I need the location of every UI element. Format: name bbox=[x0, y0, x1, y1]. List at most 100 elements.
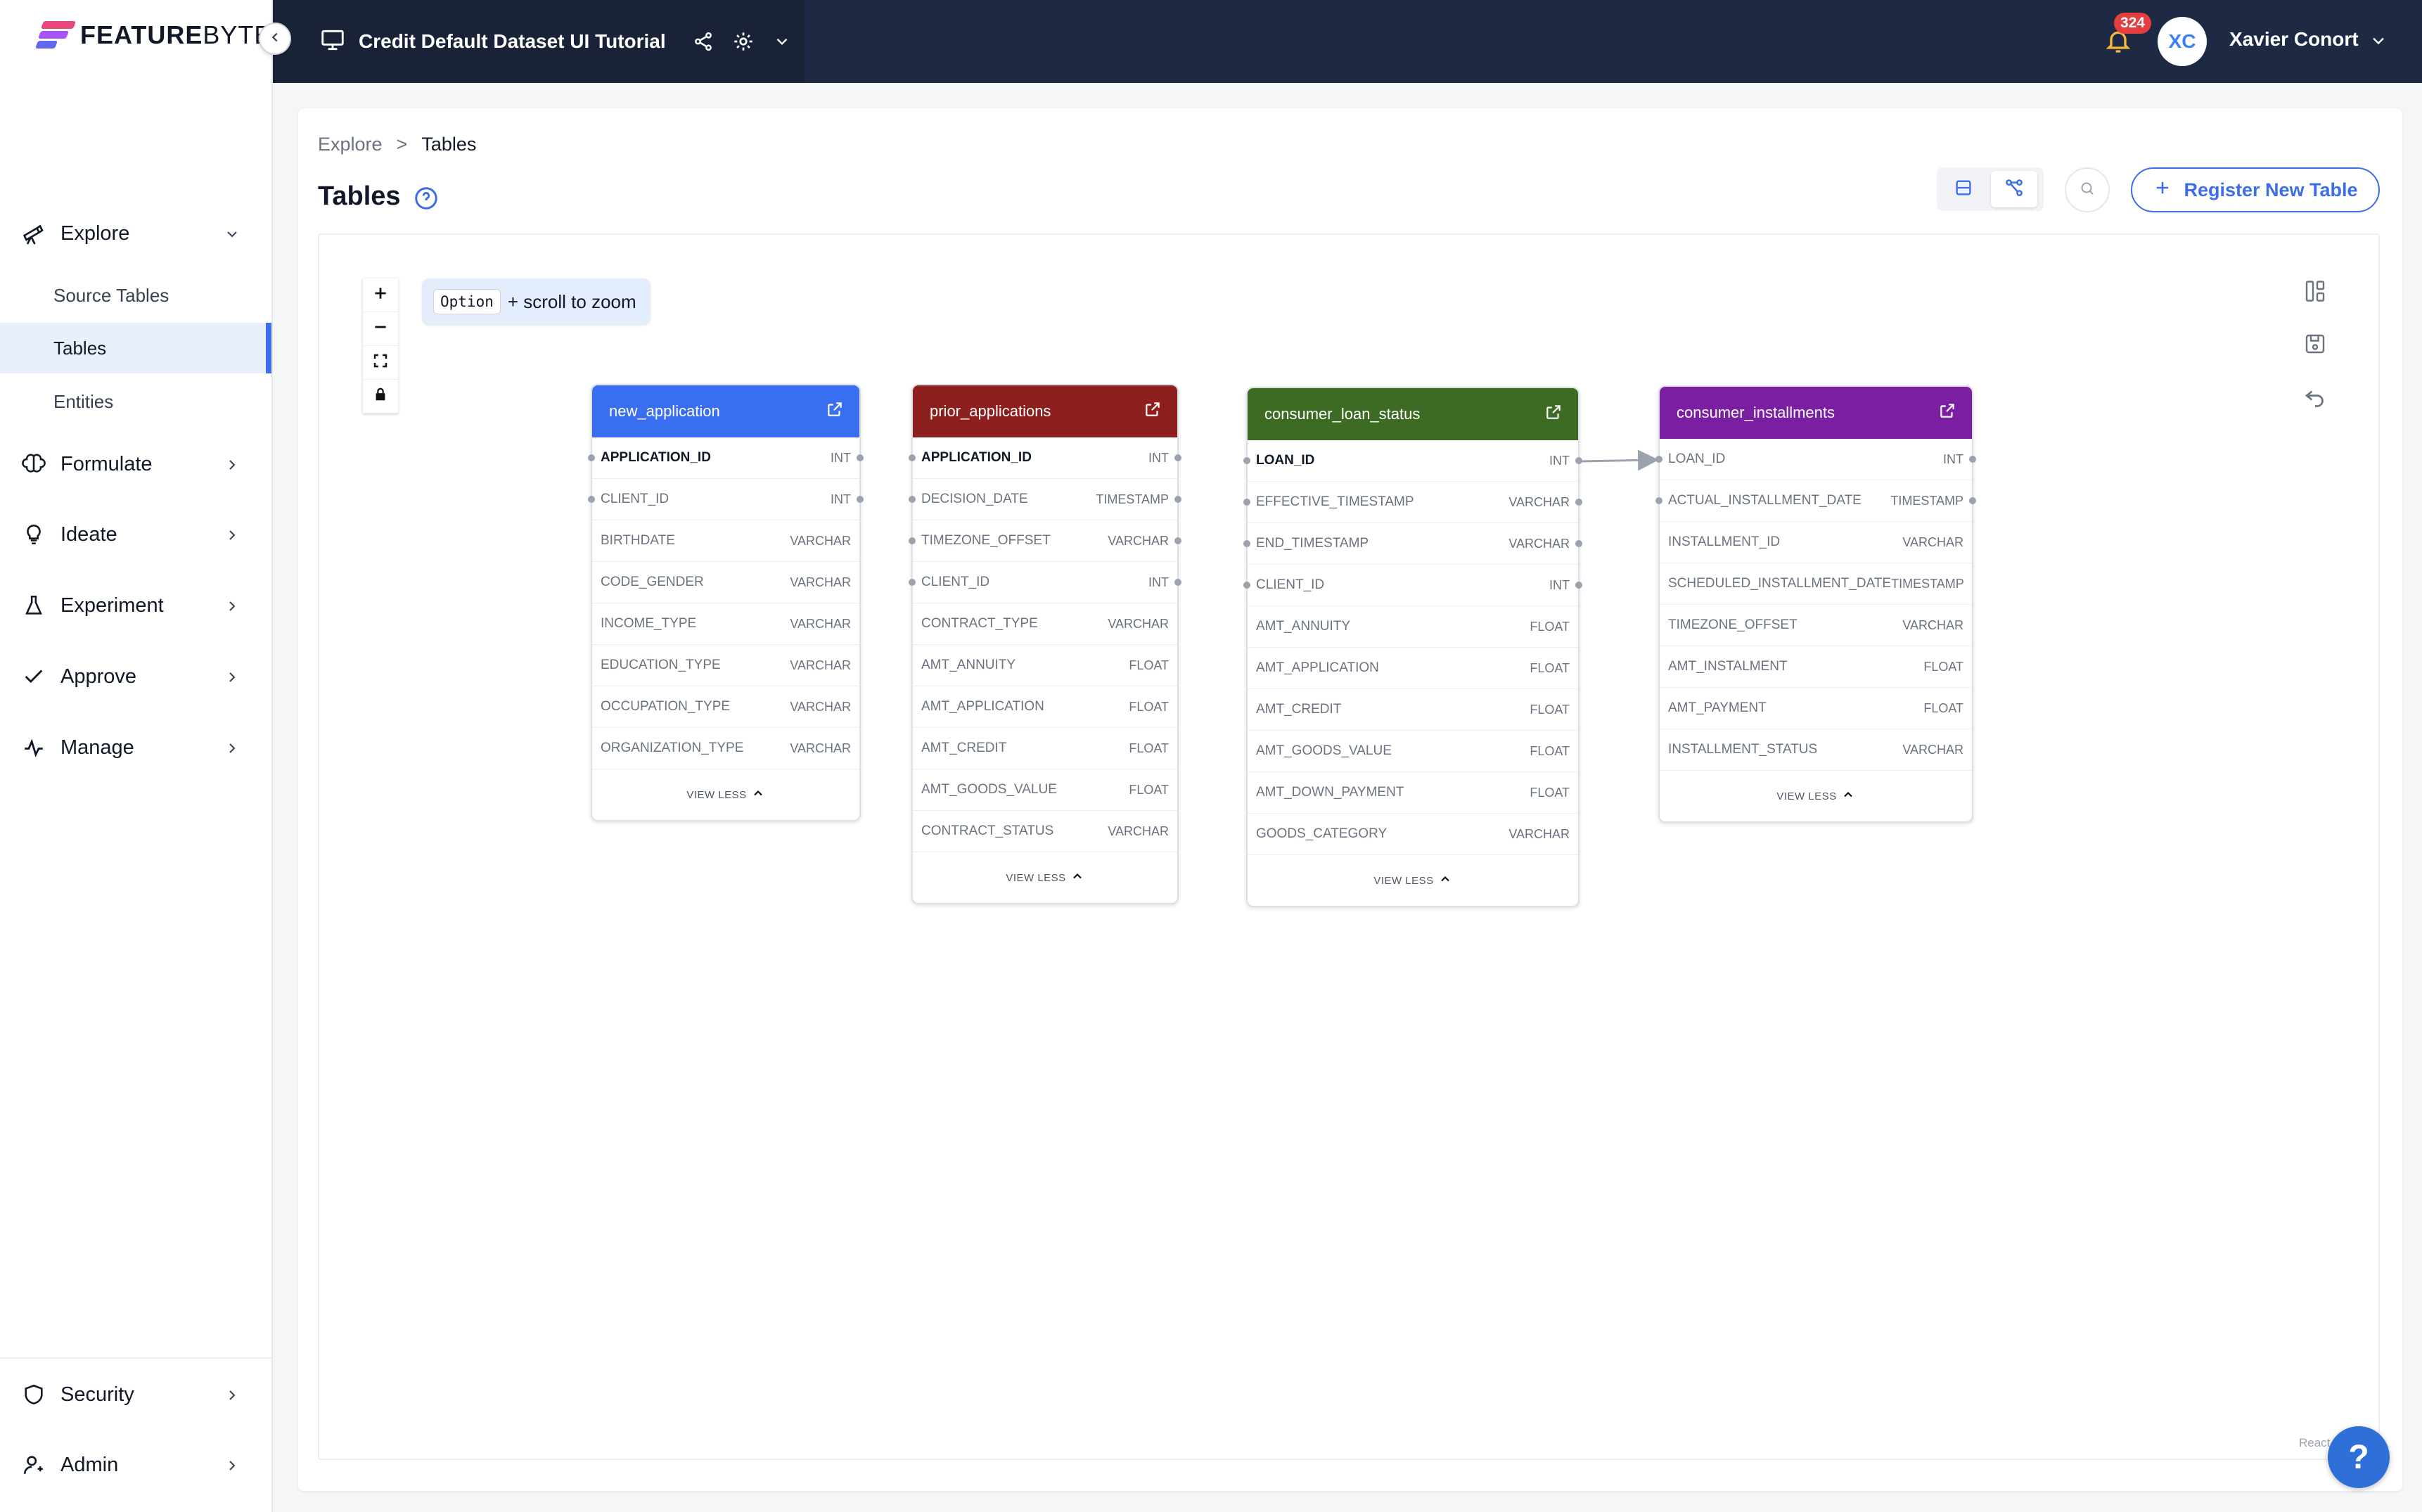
register-new-table-button[interactable]: Register New Table bbox=[2131, 167, 2380, 212]
table-column-row[interactable]: AMT_CREDIT FLOAT bbox=[913, 728, 1177, 769]
connection-handle-left[interactable] bbox=[1243, 457, 1250, 464]
help-fab-button[interactable]: ? bbox=[2328, 1426, 2390, 1488]
view-less-button[interactable]: VIEW LESS bbox=[592, 769, 859, 820]
table-node-header[interactable]: consumer_installments bbox=[1660, 387, 1972, 439]
nav-explore[interactable]: Explore bbox=[0, 212, 271, 255]
table-column-row[interactable]: EDUCATION_TYPE VARCHAR bbox=[592, 645, 859, 686]
connection-handle-right[interactable] bbox=[1575, 499, 1582, 506]
table-column-row[interactable]: DECISION_DATE TIMESTAMP bbox=[909, 479, 1181, 520]
view-less-button[interactable]: VIEW LESS bbox=[1660, 771, 1972, 821]
table-column-row[interactable]: TIMEZONE_OFFSET VARCHAR bbox=[909, 520, 1181, 562]
external-link-icon[interactable] bbox=[1938, 402, 1956, 424]
chevron-down-icon[interactable] bbox=[2369, 31, 2388, 54]
table-column-row[interactable]: CONTRACT_STATUS VARCHAR bbox=[913, 811, 1177, 852]
table-column-row[interactable]: END_TIMESTAMP VARCHAR bbox=[1243, 523, 1582, 565]
connection-handle-left[interactable] bbox=[909, 454, 916, 461]
nav-formulate[interactable]: Formulate bbox=[0, 443, 271, 485]
external-link-icon[interactable] bbox=[1143, 400, 1162, 423]
featurebyte-logo[interactable]: FEATUREBYTE bbox=[34, 18, 271, 52]
connection-handle-right[interactable] bbox=[1969, 456, 1976, 463]
table-column-row[interactable]: INCOME_TYPE VARCHAR bbox=[592, 603, 859, 645]
table-column-row[interactable]: OCCUPATION_TYPE VARCHAR bbox=[592, 686, 859, 728]
diagram-view-button[interactable] bbox=[1991, 171, 2037, 207]
view-less-button[interactable]: VIEW LESS bbox=[1248, 855, 1578, 906]
table-node-header[interactable]: new_application bbox=[592, 385, 859, 437]
table-column-row[interactable]: LOAN_ID INT bbox=[1243, 440, 1582, 482]
lock-button[interactable] bbox=[363, 380, 398, 414]
breadcrumb-explore[interactable]: Explore bbox=[318, 134, 383, 155]
connection-handle-right[interactable] bbox=[1174, 579, 1181, 586]
gear-icon[interactable] bbox=[732, 30, 755, 53]
search-button[interactable] bbox=[2065, 167, 2110, 212]
connection-handle-left[interactable] bbox=[588, 496, 595, 503]
zoom-in-button[interactable] bbox=[363, 278, 398, 312]
save-icon[interactable] bbox=[2302, 331, 2328, 360]
avatar[interactable]: XC bbox=[2158, 17, 2207, 66]
share-icon[interactable] bbox=[693, 31, 714, 52]
nav-security[interactable]: Security bbox=[0, 1373, 271, 1416]
external-link-icon[interactable] bbox=[1544, 403, 1563, 425]
connection-handle-right[interactable] bbox=[1575, 457, 1582, 464]
connection-handle-left[interactable] bbox=[1243, 499, 1250, 506]
nav-experiment[interactable]: Experiment bbox=[0, 584, 271, 627]
connection-handle-right[interactable] bbox=[1575, 582, 1582, 589]
table-column-row[interactable]: AMT_APPLICATION FLOAT bbox=[913, 686, 1177, 728]
table-node-header[interactable]: consumer_loan_status bbox=[1248, 388, 1578, 440]
nav-admin[interactable]: Admin bbox=[0, 1444, 271, 1486]
chevron-down-icon[interactable] bbox=[773, 32, 791, 51]
layout-icon[interactable] bbox=[2302, 278, 2328, 307]
table-column-row[interactable]: CLIENT_ID INT bbox=[909, 562, 1181, 603]
connection-handle-right[interactable] bbox=[1575, 540, 1582, 547]
table-column-row[interactable]: APPLICATION_ID INT bbox=[588, 437, 864, 479]
table-node-prior-applications[interactable]: prior_applications APPLICATION_ID INT DECIS… bbox=[909, 384, 1181, 904]
nav-approve[interactable]: Approve bbox=[0, 655, 271, 698]
connection-handle-left[interactable] bbox=[1243, 582, 1250, 589]
table-column-row[interactable]: AMT_GOODS_VALUE FLOAT bbox=[1248, 731, 1578, 772]
table-column-row[interactable]: ACTUAL_INSTALLMENT_DATE TIMESTAMP bbox=[1655, 480, 1976, 522]
connection-handle-right[interactable] bbox=[1174, 454, 1181, 461]
external-link-icon[interactable] bbox=[826, 400, 844, 423]
table-column-row[interactable]: AMT_ANNUITY FLOAT bbox=[1248, 606, 1578, 648]
undo-icon[interactable] bbox=[2302, 384, 2328, 413]
sidebar-collapse-button[interactable] bbox=[259, 23, 291, 55]
table-column-row[interactable]: AMT_APPLICATION FLOAT bbox=[1248, 648, 1578, 689]
sidebar-item-source-tables[interactable]: Source Tables bbox=[0, 270, 271, 321]
sidebar-item-entities[interactable]: Entities bbox=[0, 376, 271, 427]
table-node-header[interactable]: prior_applications bbox=[913, 385, 1177, 437]
connection-handle-left[interactable] bbox=[1243, 540, 1250, 547]
table-column-row[interactable]: CODE_GENDER VARCHAR bbox=[592, 562, 859, 603]
table-column-row[interactable]: AMT_ANNUITY FLOAT bbox=[913, 645, 1177, 686]
table-column-row[interactable]: EFFECTIVE_TIMESTAMP VARCHAR bbox=[1243, 482, 1582, 523]
connection-handle-right[interactable] bbox=[857, 454, 864, 461]
table-column-row[interactable]: CLIENT_ID INT bbox=[588, 479, 864, 520]
table-column-row[interactable]: LOAN_ID INT bbox=[1655, 439, 1976, 480]
table-column-row[interactable]: SCHEDULED_INSTALLMENT_DATE TIMESTAMP bbox=[1660, 563, 1972, 605]
table-column-row[interactable]: INSTALLMENT_ID VARCHAR bbox=[1660, 522, 1972, 563]
connection-handle-left[interactable] bbox=[909, 579, 916, 586]
zoom-out-button[interactable] bbox=[363, 312, 398, 346]
list-view-button[interactable] bbox=[1940, 171, 1987, 207]
fit-view-button[interactable] bbox=[363, 346, 398, 380]
table-column-row[interactable]: CONTRACT_TYPE VARCHAR bbox=[913, 603, 1177, 645]
table-node-new-application[interactable]: new_application APPLICATION_ID INT CLIENT_I… bbox=[588, 384, 864, 821]
table-column-row[interactable]: AMT_CREDIT FLOAT bbox=[1248, 689, 1578, 731]
table-column-row[interactable]: INSTALLMENT_STATUS VARCHAR bbox=[1660, 729, 1972, 771]
help-circle-icon[interactable] bbox=[414, 186, 439, 214]
table-node-consumer-loan-status[interactable]: consumer_loan_status LOAN_ID INT EFFECTIVE_… bbox=[1243, 387, 1582, 907]
nav-ideate[interactable]: Ideate bbox=[0, 513, 271, 556]
connection-handle-left[interactable] bbox=[909, 537, 916, 544]
connection-handle-right[interactable] bbox=[857, 496, 864, 503]
connection-handle-right[interactable] bbox=[1969, 497, 1976, 504]
connection-handle-left[interactable] bbox=[588, 454, 595, 461]
table-column-row[interactable]: AMT_INSTALMENT FLOAT bbox=[1660, 646, 1972, 688]
table-column-row[interactable]: BIRTHDATE VARCHAR bbox=[592, 520, 859, 562]
connection-handle-right[interactable] bbox=[1174, 537, 1181, 544]
table-column-row[interactable]: GOODS_CATEGORY VARCHAR bbox=[1248, 814, 1578, 855]
nav-manage[interactable]: Manage bbox=[0, 726, 271, 769]
connection-handle-left[interactable] bbox=[1655, 497, 1662, 504]
table-column-row[interactable]: AMT_GOODS_VALUE FLOAT bbox=[913, 769, 1177, 811]
connection-handle-left[interactable] bbox=[909, 496, 916, 503]
sidebar-item-tables[interactable]: Tables bbox=[0, 323, 271, 373]
relationship-canvas[interactable]: Option + scroll to zoom new_application A… bbox=[318, 233, 2380, 1460]
connection-handle-left[interactable] bbox=[1655, 456, 1662, 463]
